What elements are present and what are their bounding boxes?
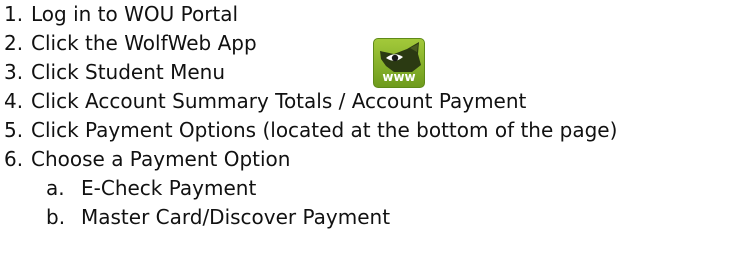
step-number: 6. bbox=[4, 147, 24, 171]
step-text: Click Payment Options (located at the bo… bbox=[31, 118, 618, 142]
sub-step-letter: a. bbox=[46, 176, 65, 200]
step-text: Log in to WOU Portal bbox=[31, 2, 239, 26]
sub-step-text: Master Card/Discover Payment bbox=[81, 205, 391, 229]
step-text: Click Account Summary Totals / Account P… bbox=[31, 89, 527, 113]
step-number: 5. bbox=[4, 118, 24, 142]
step-number: 2. bbox=[4, 31, 24, 55]
step-text: Click Student Menu bbox=[31, 60, 226, 84]
step-number: 1. bbox=[4, 2, 24, 26]
sub-step-letter: b. bbox=[46, 205, 66, 229]
step-number: 4. bbox=[4, 89, 24, 113]
step-text: Choose a Payment Option bbox=[31, 147, 291, 171]
step-number: 3. bbox=[4, 60, 24, 84]
app-icon-label: www bbox=[382, 70, 416, 84]
wolfweb-app-icon: www bbox=[373, 38, 425, 88]
step-text: Click the WolfWeb App bbox=[31, 31, 257, 55]
sub-step-text: E-Check Payment bbox=[81, 176, 257, 200]
